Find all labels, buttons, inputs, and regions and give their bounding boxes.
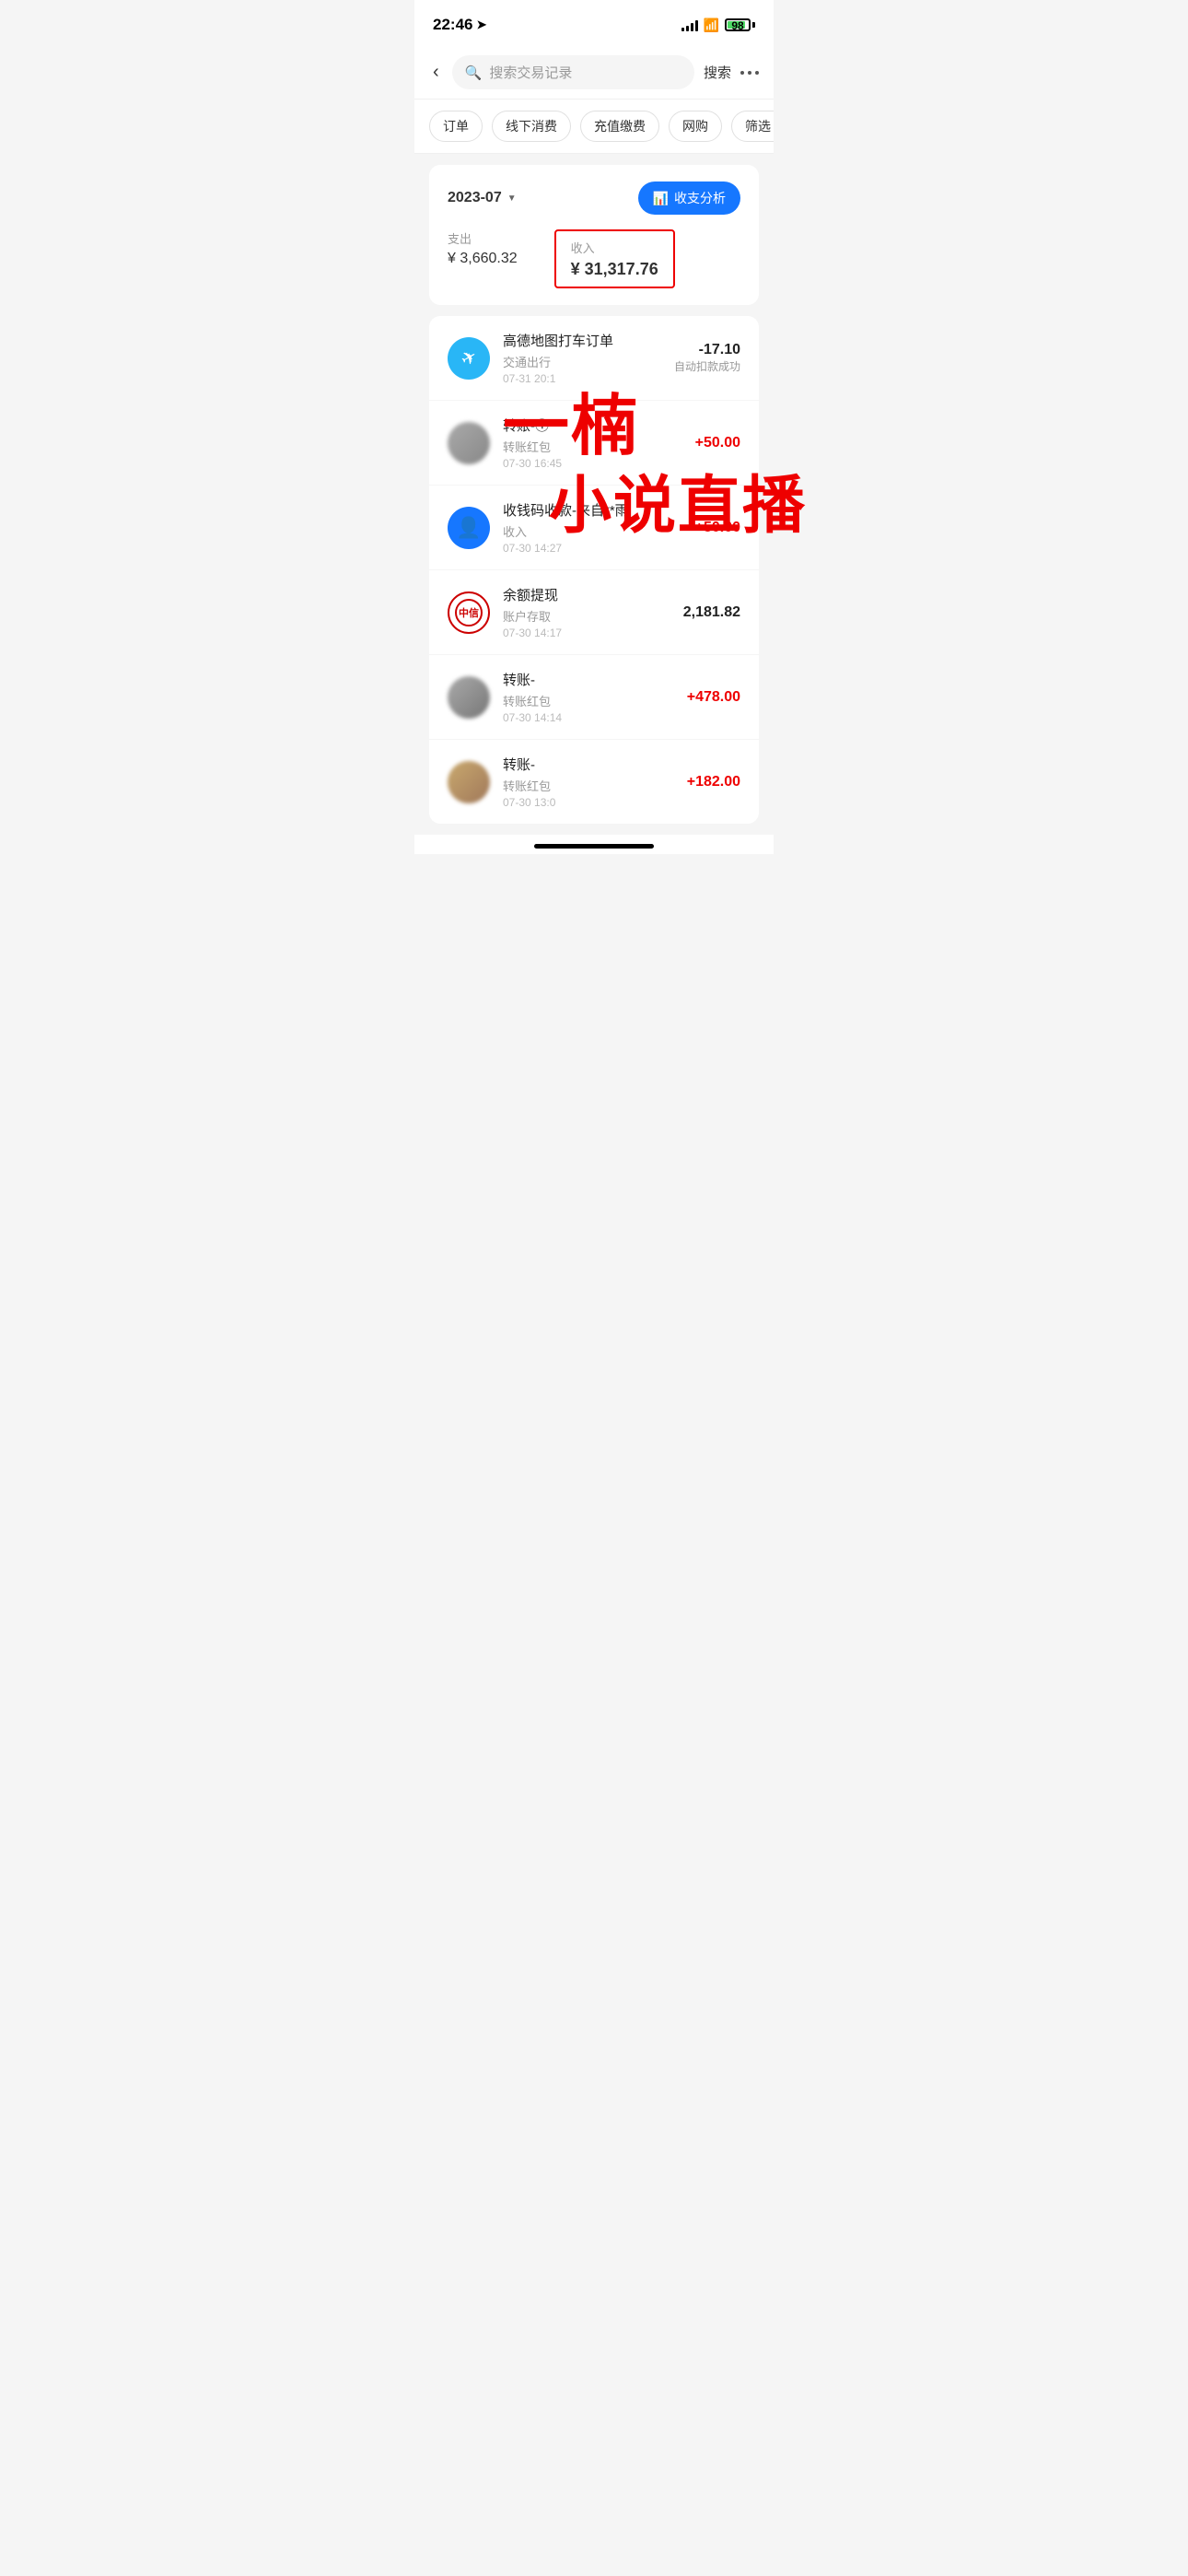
income-amount: 收入 ¥ 31,317.76 — [554, 229, 675, 288]
tx-title: 高德地图打车订单 — [503, 331, 661, 350]
search-placeholder: 搜索交易记录 — [489, 63, 572, 82]
expenditure-amount: 支出 ¥ 3,660.32 — [448, 229, 518, 288]
tx-subtitle: 账户存取 — [503, 607, 670, 625]
tab-online[interactable]: 网购 — [669, 111, 722, 142]
signal-icon — [681, 18, 698, 31]
summary-card: 2023-07 ▼ 📊 收支分析 支出 ¥ 3,660.32 收入 ¥ 31,3… — [429, 165, 759, 305]
tx-subtitle: 交通出行 — [503, 353, 661, 370]
tx-amount: +50.00 — [695, 435, 740, 451]
main-content: 2023-07 ▼ 📊 收支分析 支出 ¥ 3,660.32 收入 ¥ 31,3… — [414, 154, 774, 835]
tx-amount: -17.10 自动扣款成功 — [674, 342, 740, 374]
transaction-info: 转账- 转账红包 07-30 13:0 — [503, 755, 674, 809]
tx-time: 07-30 14:14 — [503, 711, 674, 724]
tx-subtitle: 转账红包 — [503, 777, 674, 794]
transaction-info: 转账- 转账红包 07-30 14:14 — [503, 670, 674, 724]
chart-icon: 📊 — [653, 191, 669, 206]
search-bar: ‹ 🔍 搜索交易记录 搜索 — [414, 46, 774, 100]
back-button[interactable]: ‹ — [429, 58, 443, 87]
table-row[interactable]: 转账- 转账红包 07-30 13:0 +182.00 — [429, 740, 759, 824]
tx-amount: +478.00 — [687, 689, 740, 706]
tx-time: 07-30 13:0 — [503, 796, 674, 809]
month-selector[interactable]: 2023-07 ▼ — [448, 190, 517, 206]
tx-subtitle: 转账红包 — [503, 438, 682, 455]
tab-recharge[interactable]: 充值缴费 — [580, 111, 659, 142]
home-indicator — [414, 835, 774, 854]
transaction-section: 一楠 小说直播 高德地图打车订单 交通出行 07-31 20:1 -17.10 … — [429, 316, 759, 824]
bank-logo: 中信 — [455, 599, 483, 626]
table-row[interactable]: 收钱码收款-来自**雨 收入 07-30 14:27 +50.00 — [429, 486, 759, 570]
status-time: 22:46 ➤ — [433, 16, 486, 34]
time-display: 22:46 — [433, 16, 472, 34]
avatar — [448, 337, 490, 380]
month-dropdown-icon: ▼ — [507, 193, 517, 204]
search-button[interactable]: 搜索 — [704, 63, 731, 82]
tx-amount: +182.00 — [687, 774, 740, 790]
location-arrow-icon: ➤ — [476, 18, 486, 32]
status-icons: 📶 98 — [681, 18, 755, 33]
tx-amount: 2,181.82 — [683, 604, 740, 621]
avatar — [448, 676, 490, 719]
avatar: 中信 — [448, 591, 490, 634]
home-bar — [534, 844, 654, 849]
transaction-info: 收钱码收款-来自**雨 收入 07-30 14:27 — [503, 500, 682, 555]
transaction-list: 高德地图打车订单 交通出行 07-31 20:1 -17.10 自动扣款成功 转… — [429, 316, 759, 824]
tx-subtitle: 收入 — [503, 522, 682, 540]
search-icon: 🔍 — [465, 64, 483, 81]
transaction-info: 余额提现 账户存取 07-30 14:17 — [503, 585, 670, 639]
more-button[interactable] — [740, 71, 759, 75]
tx-time: 07-30 14:27 — [503, 542, 682, 555]
table-row[interactable]: 高德地图打车订单 交通出行 07-31 20:1 -17.10 自动扣款成功 — [429, 316, 759, 401]
summary-header: 2023-07 ▼ 📊 收支分析 — [448, 181, 740, 215]
table-row[interactable]: 转账-① 转账红包 07-30 16:45 +50.00 — [429, 401, 759, 486]
wifi-icon: 📶 — [704, 18, 719, 33]
analysis-button[interactable]: 📊 收支分析 — [638, 181, 740, 215]
tx-time: 07-30 16:45 — [503, 457, 682, 470]
tx-title: 转账-① — [503, 416, 682, 435]
tx-title: 收钱码收款-来自**雨 — [503, 500, 682, 520]
table-row[interactable]: 转账- 转账红包 07-30 14:14 +478.00 — [429, 655, 759, 740]
search-input-wrap[interactable]: 🔍 搜索交易记录 — [452, 55, 694, 89]
summary-amounts: 支出 ¥ 3,660.32 收入 ¥ 31,317.76 — [448, 229, 740, 288]
tab-order[interactable]: 订单 — [429, 111, 483, 142]
tx-amount: +50.00 — [695, 520, 740, 536]
avatar — [448, 761, 490, 803]
tx-time: 07-31 20:1 — [503, 372, 661, 385]
tx-title: 转账- — [503, 755, 674, 774]
tx-title: 余额提现 — [503, 585, 670, 604]
tx-time: 07-30 14:17 — [503, 626, 670, 639]
tab-filter[interactable]: 筛选 ▼ — [731, 111, 774, 142]
battery-icon: 98 — [725, 18, 755, 31]
status-bar: 22:46 ➤ 📶 98 — [414, 0, 774, 46]
month-text: 2023-07 — [448, 190, 502, 206]
table-row[interactable]: 中信 余额提现 账户存取 07-30 14:17 2,181.82 — [429, 570, 759, 655]
transaction-info: 高德地图打车订单 交通出行 07-31 20:1 — [503, 331, 661, 385]
tab-offline[interactable]: 线下消费 — [492, 111, 571, 142]
avatar — [448, 422, 490, 464]
transaction-info: 转账-① 转账红包 07-30 16:45 — [503, 416, 682, 470]
avatar — [448, 507, 490, 549]
tx-subtitle: 转账红包 — [503, 692, 674, 709]
tx-title: 转账- — [503, 670, 674, 689]
filter-tabs: 订单 线下消费 充值缴费 网购 筛选 ▼ — [414, 100, 774, 154]
